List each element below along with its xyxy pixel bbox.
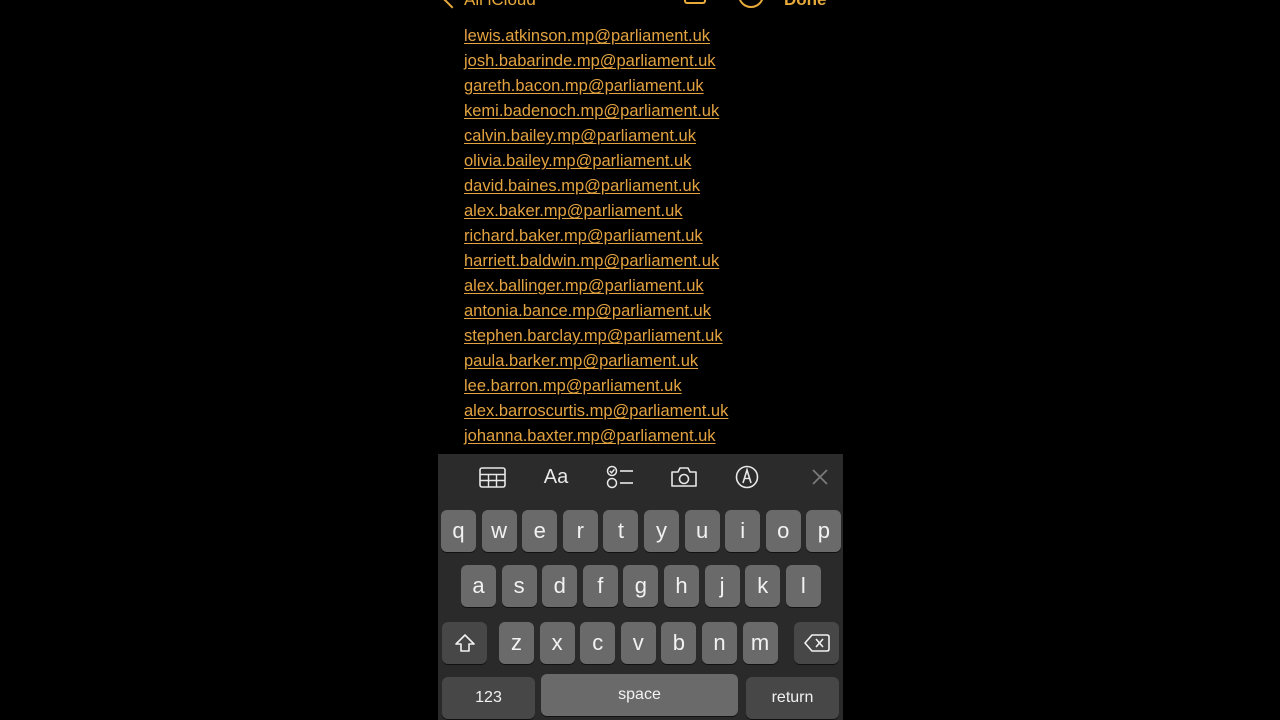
key-u[interactable]: u xyxy=(684,510,720,552)
key-v[interactable]: v xyxy=(620,622,656,664)
format-text-icon[interactable]: Aa xyxy=(541,464,571,490)
key-g[interactable]: g xyxy=(623,565,659,607)
key-f[interactable]: f xyxy=(582,565,618,607)
table-icon[interactable] xyxy=(477,464,507,490)
space-key[interactable]: space xyxy=(541,674,738,716)
email-link[interactable]: richard.baker.mp@parliament.uk xyxy=(464,225,728,250)
done-button[interactable]: Done xyxy=(784,0,827,10)
markup-pen-icon[interactable] xyxy=(732,464,762,490)
numbers-key[interactable]: 123 xyxy=(442,677,535,719)
email-link[interactable]: stephen.barclay.mp@parliament.uk xyxy=(464,325,728,350)
top-nav-bar: All iCloud Done xyxy=(438,0,843,12)
key-i[interactable]: i xyxy=(725,510,761,552)
email-link[interactable]: alex.ballinger.mp@parliament.uk xyxy=(464,275,728,300)
email-link[interactable]: josh.babarinde.mp@parliament.uk xyxy=(464,50,728,75)
close-icon[interactable] xyxy=(805,464,835,490)
email-link[interactable]: olivia.bailey.mp@parliament.uk xyxy=(464,150,728,175)
key-z[interactable]: z xyxy=(499,622,534,664)
key-l[interactable]: l xyxy=(785,565,821,607)
shift-icon xyxy=(454,634,475,652)
key-x[interactable]: x xyxy=(539,622,575,664)
email-link[interactable]: calvin.bailey.mp@parliament.uk xyxy=(464,125,728,150)
email-link[interactable]: paula.barker.mp@parliament.uk xyxy=(464,350,728,375)
note-email-list: lewis.atkinson.mp@parliament.uk josh.baba… xyxy=(464,25,728,450)
key-o[interactable]: o xyxy=(765,510,801,552)
key-s[interactable]: s xyxy=(501,565,537,607)
shift-key[interactable] xyxy=(442,622,487,664)
more-options-icon[interactable] xyxy=(738,0,764,8)
key-j[interactable]: j xyxy=(704,565,740,607)
backspace-icon xyxy=(803,634,830,652)
return-key[interactable]: return xyxy=(746,677,839,719)
key-w[interactable]: w xyxy=(481,510,517,552)
notes-format-toolbar: Aa xyxy=(438,454,843,500)
email-link[interactable]: david.baines.mp@parliament.uk xyxy=(464,175,728,200)
email-link[interactable]: alex.barroscurtis.mp@parliament.uk xyxy=(464,400,728,425)
key-d[interactable]: d xyxy=(542,565,578,607)
key-m[interactable]: m xyxy=(742,622,778,664)
keyboard-area: Aa 123 space return qwertyuio p a s d f … xyxy=(438,454,843,720)
email-link[interactable]: johanna.baxter.mp@parliament.uk xyxy=(464,425,728,450)
key-r[interactable]: r xyxy=(562,510,598,552)
key-a[interactable]: a xyxy=(461,565,496,607)
key-e[interactable]: e xyxy=(522,510,558,552)
key-q[interactable]: q xyxy=(441,510,476,552)
email-link[interactable]: lewis.atkinson.mp@parliament.uk xyxy=(464,25,728,50)
email-link[interactable]: lee.barron.mp@parliament.uk xyxy=(464,375,728,400)
email-link[interactable]: harriett.baldwin.mp@parliament.uk xyxy=(464,250,728,275)
key-y[interactable]: y xyxy=(644,510,679,552)
key-c[interactable]: c xyxy=(580,622,616,664)
back-button-label: All iCloud xyxy=(464,0,536,10)
backspace-key[interactable] xyxy=(794,622,839,664)
key-p[interactable]: p xyxy=(806,510,842,552)
email-link[interactable]: gareth.bacon.mp@parliament.uk xyxy=(464,75,728,100)
key-b[interactable]: b xyxy=(661,622,697,664)
key-n[interactable]: n xyxy=(702,622,737,664)
email-link[interactable]: kemi.badenoch.mp@parliament.uk xyxy=(464,100,728,125)
email-link[interactable]: alex.baker.mp@parliament.uk xyxy=(464,200,728,225)
key-t[interactable]: t xyxy=(603,510,639,552)
checklist-icon[interactable] xyxy=(605,464,635,490)
key-k[interactable]: k xyxy=(745,565,781,607)
key-h[interactable]: h xyxy=(664,565,699,607)
share-icon[interactable] xyxy=(684,0,706,4)
keyboard: 123 space return qwertyuiop asdfghjkl zxcv… xyxy=(438,500,843,720)
notes-screen: All iCloud Done lewis.atkinson.mp@parlia… xyxy=(438,0,843,720)
email-link[interactable]: antonia.bance.mp@parliament.uk xyxy=(464,300,728,325)
camera-icon[interactable] xyxy=(669,464,699,490)
chevron-left-icon xyxy=(443,0,461,9)
back-button[interactable]: All iCloud xyxy=(443,0,536,10)
